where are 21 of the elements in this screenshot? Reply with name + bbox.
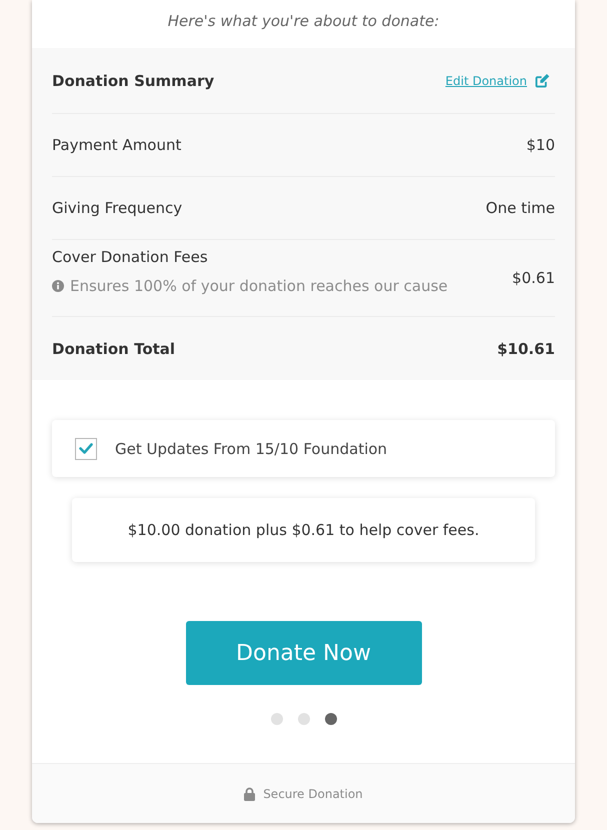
summary-label: Giving Frequency <box>52 198 182 218</box>
summary-value: $0.61 <box>512 268 555 288</box>
total-value: $10.61 <box>497 338 555 358</box>
edit-donation-link[interactable]: Edit Donation <box>445 73 550 88</box>
check-icon <box>79 443 93 454</box>
donate-now-button[interactable]: Donate Now <box>186 621 422 685</box>
checkbox-label[interactable]: Get Updates From 15/10 Foundation <box>115 440 388 458</box>
secure-donation-text: Secure Donation <box>263 786 363 800</box>
total-label: Donation Total <box>52 338 176 358</box>
fee-explanation: Ensures 100% of your donation reaches our cause <box>70 276 448 296</box>
summary-label: Payment Amount <box>52 135 182 155</box>
info-icon <box>52 280 64 292</box>
summary-value: One time <box>486 198 555 218</box>
checkbox[interactable] <box>75 438 97 460</box>
summary-title: Donation Summary <box>52 72 214 90</box>
fee-summary-text: $10.00 donation plus $0.61 to help cover fees. <box>128 521 480 539</box>
intro-text: Here's what you're about to donate: <box>168 11 440 32</box>
edit-icon <box>535 74 550 88</box>
summary-value: $10 <box>526 135 555 155</box>
summary-label: Cover Donation Fees <box>52 247 208 267</box>
lock-icon <box>244 786 256 800</box>
